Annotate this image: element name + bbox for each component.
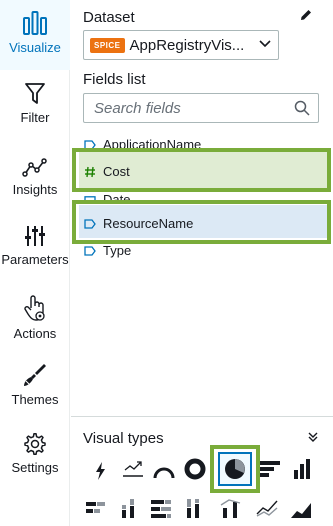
spice-badge: SPICE — [90, 37, 125, 53]
rail-label-visualize: Visualize — [9, 40, 61, 55]
dataset-title: Dataset — [83, 9, 135, 26]
dimension-tag-icon — [83, 245, 97, 257]
field-item-cost[interactable]: Cost — [83, 164, 130, 179]
vertical-stacked-bar-icon[interactable] — [116, 496, 142, 522]
pencil-icon[interactable] — [299, 8, 313, 22]
dataset-dropdown[interactable]: SPICE AppRegistryVis... — [83, 30, 279, 60]
rail-label-filter: Filter — [20, 110, 50, 125]
field-label: Cost — [103, 164, 130, 179]
field-item-type[interactable]: Type — [83, 243, 131, 258]
rail-label-actions: Actions — [13, 326, 57, 341]
visual-types-title: Visual types — [83, 430, 164, 447]
horizontal-stacked-bar-icon[interactable] — [84, 496, 110, 522]
field-label: ResourceName — [103, 216, 194, 231]
field-panel: Dataset SPICE AppRegistryVis... Fields l… — [71, 0, 333, 526]
rail-label-themes: Themes — [11, 392, 59, 407]
rail-item-settings[interactable]: Settings — [0, 432, 70, 475]
area-chart-icon[interactable] — [289, 496, 315, 522]
dimension-tag-icon — [83, 218, 97, 230]
parameters-icon — [25, 226, 45, 246]
donut-icon[interactable] — [181, 456, 207, 482]
left-rail: Visualize Filter Insights Parameters Act… — [0, 0, 70, 526]
actions-icon — [24, 295, 45, 321]
rail-item-themes[interactable]: Themes — [0, 362, 70, 407]
field-item-resourcename[interactable]: ResourceName — [83, 216, 193, 231]
themes-icon — [24, 364, 46, 386]
rail-item-filter[interactable]: Filter — [0, 82, 70, 125]
gauge-icon[interactable] — [151, 458, 177, 484]
field-label: Type — [103, 243, 132, 258]
search-fields-input[interactable]: Search fields — [83, 93, 319, 123]
fields-list-title: Fields list — [83, 71, 146, 88]
rail-label-insights: Insights — [12, 182, 58, 197]
rail-item-visualize[interactable]: Visualize — [0, 10, 70, 55]
rail-item-insights[interactable]: Insights — [0, 158, 70, 197]
visual-types-divider — [71, 416, 333, 417]
filter-icon — [25, 83, 45, 104]
rail-item-actions[interactable]: Actions — [0, 294, 70, 341]
search-placeholder: Search fields — [94, 99, 181, 117]
horizontal-bar-icon[interactable] — [258, 456, 284, 482]
autograph-icon[interactable] — [88, 458, 114, 484]
combo-bar-line-icon[interactable] — [218, 496, 244, 522]
collapse-icon[interactable] — [307, 431, 319, 443]
vertical-100-bar-icon[interactable] — [181, 496, 207, 522]
search-icon — [294, 100, 310, 116]
hash-icon — [83, 166, 97, 178]
insights-icon — [22, 158, 47, 177]
settings-icon — [24, 432, 46, 456]
rail-item-parameters[interactable]: Parameters — [0, 224, 70, 267]
chevron-down-icon — [259, 40, 271, 48]
pie-chart-icon[interactable] — [222, 456, 248, 482]
horizontal-100-bar-icon[interactable] — [149, 496, 175, 522]
visualize-icon — [23, 11, 47, 35]
vertical-bar-icon[interactable] — [290, 456, 316, 482]
rail-label-settings: Settings — [11, 460, 59, 475]
line-chart-icon[interactable] — [255, 496, 281, 522]
dataset-name: AppRegistryVis... — [129, 36, 245, 54]
kpi-icon[interactable] — [120, 456, 146, 482]
rail-label-parameters: Parameters — [1, 252, 69, 267]
